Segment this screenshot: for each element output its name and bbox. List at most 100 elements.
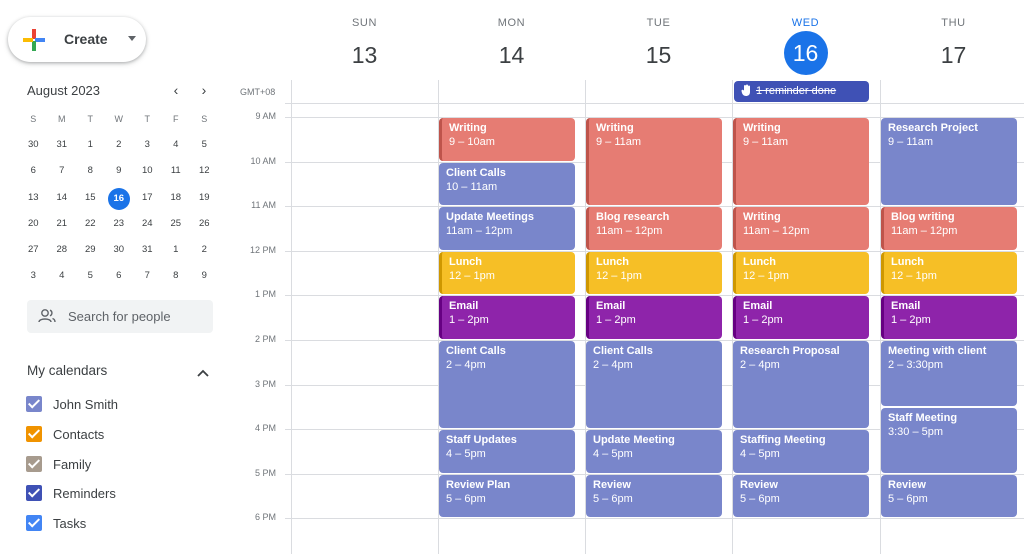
mini-calendar-day[interactable]: 19 xyxy=(190,188,219,214)
mini-calendar-day[interactable]: 5 xyxy=(190,135,219,161)
mini-calendar-day[interactable]: 25 xyxy=(162,214,191,240)
mini-calendar-day[interactable]: 8 xyxy=(76,161,105,187)
mini-calendar-day[interactable]: 21 xyxy=(48,214,77,240)
mini-calendar-day[interactable]: 28 xyxy=(48,240,77,266)
day-date[interactable]: 16 xyxy=(783,31,828,75)
mini-calendar-day[interactable]: 23 xyxy=(105,214,134,240)
mini-calendar-day[interactable]: 24 xyxy=(133,214,162,240)
day-header[interactable]: TUE 15 xyxy=(585,0,732,80)
calendar-event[interactable]: Writing 9 – 10am xyxy=(439,118,575,161)
mini-calendar-day[interactable]: 13 xyxy=(19,188,48,214)
day-header[interactable]: MON 14 xyxy=(438,0,585,80)
calendar-event[interactable]: Writing 9 – 11am xyxy=(586,118,722,206)
mini-calendar-day[interactable]: 10 xyxy=(133,161,162,187)
calendar-item[interactable]: Reminders xyxy=(26,482,116,504)
event-title: Writing xyxy=(449,122,487,134)
calendar-event[interactable]: Client Calls 2 – 4pm xyxy=(586,341,722,429)
mini-calendar-day[interactable]: 2 xyxy=(105,135,134,161)
calendar-event[interactable]: Writing 9 – 11am xyxy=(733,118,869,206)
calendar-event[interactable]: Review 5 – 6pm xyxy=(733,474,869,518)
calendar-event[interactable]: Update Meetings 11am – 12pm xyxy=(439,207,575,250)
mini-calendar-day[interactable]: 5 xyxy=(76,266,105,292)
day-date[interactable]: 17 xyxy=(932,38,976,82)
mini-calendar-day[interactable]: 3 xyxy=(19,266,48,292)
checkbox-icon[interactable] xyxy=(26,485,42,501)
chevron-up-icon[interactable] xyxy=(196,365,210,383)
calendar-event[interactable]: Email 1 – 2pm xyxy=(881,296,1017,339)
mini-calendar-day[interactable]: 3 xyxy=(133,135,162,161)
mini-calendar-day[interactable]: 1 xyxy=(76,135,105,161)
calendar-item[interactable]: Tasks xyxy=(26,512,86,534)
mini-calendar-day[interactable]: 15 xyxy=(76,188,105,214)
mini-calendar-day[interactable]: 1 xyxy=(162,240,191,266)
calendar-event[interactable]: Research Project 9 – 11am xyxy=(881,118,1017,206)
mini-calendar-day[interactable]: 8 xyxy=(162,266,191,292)
create-button[interactable]: Create xyxy=(8,17,146,62)
reminder-chip[interactable]: 1 reminder done xyxy=(734,81,869,102)
day-header[interactable]: SUN 13 xyxy=(291,0,438,80)
checkbox-icon[interactable] xyxy=(26,396,42,412)
mini-calendar-day[interactable]: 18 xyxy=(162,188,191,214)
calendar-event[interactable]: Email 1 – 2pm xyxy=(439,296,575,339)
chevron-left-icon[interactable]: ‹ xyxy=(168,82,184,98)
calendar-event[interactable]: Update Meeting 4 – 5pm xyxy=(586,430,722,473)
calendar-event[interactable]: Review Plan 5 – 6pm xyxy=(439,474,575,518)
mini-calendar-day[interactable]: 4 xyxy=(162,135,191,161)
calendar-event[interactable]: Staff Meeting 3:30 – 5pm xyxy=(881,407,1017,473)
calendar-event[interactable]: Research Proposal 2 – 4pm xyxy=(733,341,869,429)
mini-calendar-day[interactable]: 20 xyxy=(19,214,48,240)
mini-calendar-day[interactable]: 26 xyxy=(190,214,219,240)
calendar-event[interactable]: Email 1 – 2pm xyxy=(733,296,869,339)
calendar-event[interactable]: Client Calls 2 – 4pm xyxy=(439,341,575,429)
event-title: Review xyxy=(593,478,631,491)
calendar-item[interactable]: John Smith xyxy=(26,393,118,415)
calendar-event[interactable]: Review 5 – 6pm xyxy=(881,474,1017,518)
mini-calendar-day[interactable]: 6 xyxy=(19,161,48,187)
calendar-event[interactable]: Lunch 12 – 1pm xyxy=(586,251,722,295)
mini-calendar-day[interactable]: 9 xyxy=(105,161,134,187)
mini-calendar-day[interactable]: 12 xyxy=(190,161,219,187)
mini-calendar-day[interactable]: 14 xyxy=(48,188,77,214)
mini-calendar-day[interactable]: 16 xyxy=(105,187,134,214)
mini-calendar-day[interactable]: 17 xyxy=(133,188,162,214)
checkbox-icon[interactable] xyxy=(26,426,42,442)
mini-calendar-day[interactable]: 22 xyxy=(76,214,105,240)
calendar-event[interactable]: Email 1 – 2pm xyxy=(586,296,722,339)
day-date[interactable]: 15 xyxy=(637,38,681,82)
calendar-event[interactable]: Blog research 11am – 12pm xyxy=(586,207,722,250)
my-calendars-title[interactable]: My calendars xyxy=(27,363,107,378)
search-people-input[interactable]: Search for people xyxy=(27,300,213,333)
mini-calendar-day[interactable]: 27 xyxy=(19,240,48,266)
checkbox-icon[interactable] xyxy=(26,515,42,531)
calendar-item[interactable]: Contacts xyxy=(26,423,104,445)
calendar-event[interactable]: Lunch 12 – 1pm xyxy=(439,251,575,295)
chevron-right-icon[interactable]: › xyxy=(196,82,212,98)
mini-calendar-day[interactable]: 31 xyxy=(48,135,77,161)
calendar-event[interactable]: Staff Updates 4 – 5pm xyxy=(439,430,575,473)
day-header[interactable]: THU 17 xyxy=(880,0,1024,80)
calendar-event[interactable]: Lunch 12 – 1pm xyxy=(881,251,1017,295)
calendar-event[interactable]: Blog writing 11am – 12pm xyxy=(881,207,1017,250)
mini-calendar-day[interactable]: 30 xyxy=(105,240,134,266)
mini-calendar-day[interactable]: 4 xyxy=(48,266,77,292)
day-date[interactable]: 14 xyxy=(490,38,534,82)
mini-calendar-day[interactable]: 9 xyxy=(190,266,219,292)
calendar-event[interactable]: Lunch 12 – 1pm xyxy=(733,251,869,295)
calendar-event[interactable]: Staffing Meeting 4 – 5pm xyxy=(733,430,869,473)
calendar-item[interactable]: Family xyxy=(26,453,91,475)
mini-calendar-day[interactable]: 30 xyxy=(19,135,48,161)
day-header[interactable]: WED 16 xyxy=(732,0,879,80)
mini-calendar-day[interactable]: 7 xyxy=(133,266,162,292)
calendar-event[interactable]: Meeting with client 2 – 3:30pm xyxy=(881,341,1017,406)
calendar-event[interactable]: Writing 11am – 12pm xyxy=(733,207,869,250)
calendar-event[interactable]: Review 5 – 6pm xyxy=(586,474,722,518)
calendar-event[interactable]: Client Calls 10 – 11am xyxy=(439,162,575,206)
mini-calendar-day[interactable]: 11 xyxy=(162,161,191,187)
mini-calendar-day[interactable]: 29 xyxy=(76,240,105,266)
mini-calendar-day[interactable]: 31 xyxy=(133,240,162,266)
checkbox-icon[interactable] xyxy=(26,456,42,472)
day-date[interactable]: 13 xyxy=(343,38,387,82)
mini-calendar-day[interactable]: 2 xyxy=(190,240,219,266)
mini-calendar-day[interactable]: 6 xyxy=(105,266,134,292)
mini-calendar-day[interactable]: 7 xyxy=(48,161,77,187)
